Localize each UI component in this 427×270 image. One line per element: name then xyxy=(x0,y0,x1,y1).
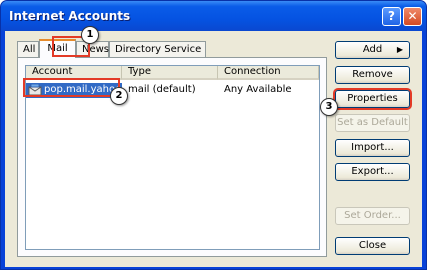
tab-all[interactable]: All xyxy=(17,41,39,57)
tab-directory-service[interactable]: Directory Service xyxy=(109,41,206,57)
remove-button[interactable]: Remove xyxy=(335,66,410,84)
set-order-button[interactable]: Set Order... xyxy=(335,207,410,225)
close-window-button[interactable]: ✕ xyxy=(403,7,422,26)
title-bar[interactable]: Internet Accounts ? ✕ xyxy=(1,1,426,31)
column-header-type[interactable]: Type xyxy=(122,66,218,80)
arrow-right-icon: ▶ xyxy=(396,45,403,54)
account-type-cell: mail (default) xyxy=(128,84,196,95)
import-button[interactable]: Import... xyxy=(335,139,410,157)
callout-1: 1 xyxy=(81,26,99,44)
close-button[interactable]: Close xyxy=(335,237,410,255)
properties-button[interactable]: Properties xyxy=(335,90,410,108)
window-title: Internet Accounts xyxy=(9,9,131,23)
callout-2: 2 xyxy=(110,87,128,105)
export-button[interactable]: Export... xyxy=(335,163,410,181)
callout-3: 3 xyxy=(320,98,338,116)
add-button[interactable]: Add ▶ xyxy=(335,41,410,59)
add-button-label: Add xyxy=(362,44,383,55)
column-header-connection[interactable]: Connection xyxy=(218,66,319,80)
dialog-client-area: All Mail News Directory Service Account … xyxy=(5,31,422,267)
set-as-default-button[interactable]: Set as Default xyxy=(335,114,410,132)
account-highlight xyxy=(23,78,120,97)
help-button[interactable]: ? xyxy=(382,7,401,26)
account-connection-cell: Any Available xyxy=(224,84,292,95)
